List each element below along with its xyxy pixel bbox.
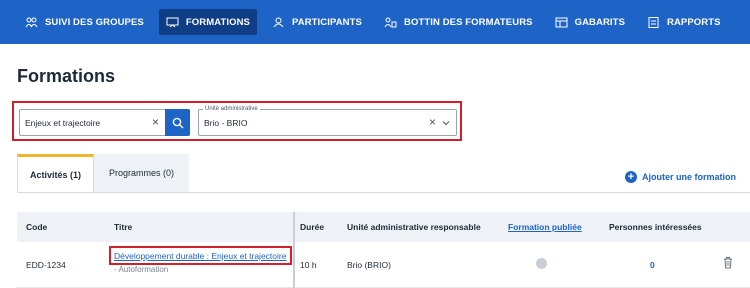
nav-item-suivi-des-groupes[interactable]: SUIVI DES GROUPES [18, 9, 151, 35]
nav-label: PARTICIPANTS [292, 16, 362, 28]
search-input-value: Enjeux et trajectoire [25, 118, 101, 128]
chevron-down-icon[interactable] [442, 119, 450, 127]
search-button[interactable] [165, 109, 190, 136]
clear-search-icon[interactable]: × [152, 115, 159, 129]
template-icon [555, 17, 568, 28]
tabs-divider [17, 192, 750, 193]
column-divider [293, 212, 295, 288]
nav-item-participants[interactable]: PARTICIPANTS [265, 9, 369, 35]
add-formation-button[interactable]: + Ajouter une formation [625, 171, 736, 183]
unit-select-value: Brio - BRIO [204, 118, 248, 128]
groups-icon [25, 17, 38, 28]
column-header-titre[interactable]: Titre [114, 222, 132, 232]
participants-icon [272, 17, 285, 28]
trainer-directory-icon [384, 17, 397, 28]
interested-count[interactable]: 0 [650, 260, 655, 270]
top-navigation: SUIVI DES GROUPES FORMATIONS PARTICIPANT… [0, 0, 750, 44]
filter-bar: Enjeux et trajectoire × Unité administra… [12, 101, 462, 141]
plus-icon: + [625, 171, 637, 183]
row-duree: 10 h [300, 260, 317, 270]
presentation-icon [166, 17, 179, 28]
column-header-code[interactable]: Code [26, 222, 47, 232]
row-subtitle: - Autoformation [114, 265, 169, 274]
unit-select-label: Unité administrative [203, 105, 260, 113]
title-highlight: Développement durable : Enjeux et trajec… [109, 246, 292, 265]
column-header-unite[interactable]: Unité administrative responsable [347, 222, 481, 232]
table-header: Code Titre Durée Unité administrative re… [17, 212, 750, 242]
nav-label: RAPPORTS [667, 16, 721, 28]
report-icon [647, 16, 660, 28]
nav-item-bottin-des-formateurs[interactable]: BOTTIN DES FORMATEURS [377, 9, 540, 35]
nav-item-gabarits[interactable]: GABARITS [548, 9, 632, 35]
nav-label: GABARITS [574, 16, 626, 28]
nav-label: FORMATIONS [185, 16, 250, 28]
formation-title-link[interactable]: Développement durable : Enjeux et trajec… [114, 251, 286, 261]
column-header-duree[interactable]: Durée [300, 222, 324, 232]
tab-programmes[interactable]: Programmes (0) [94, 154, 189, 192]
nav-item-formations[interactable]: FORMATIONS [158, 9, 257, 35]
published-status-indicator [536, 258, 547, 269]
row-unite: Brio (BRIO) [347, 260, 391, 270]
tab-activites[interactable]: Activités (1) [17, 154, 94, 193]
add-formation-label: Ajouter une formation [642, 172, 736, 182]
page-title: Formations [17, 66, 116, 86]
trash-icon[interactable] [723, 256, 733, 269]
row-code: EDD-1234 [26, 260, 66, 270]
nav-label: BOTTIN DES FORMATEURS [404, 16, 533, 28]
search-input[interactable]: Enjeux et trajectoire × [19, 109, 165, 136]
clear-unit-icon[interactable]: × [429, 115, 436, 129]
unit-select[interactable]: Unité administrative Brio - BRIO × [198, 105, 457, 136]
search-icon [172, 117, 183, 128]
nav-label: SUIVI DES GROUPES [45, 16, 144, 28]
column-header-publiee[interactable]: Formation publiée [508, 222, 582, 232]
table-row: EDD-1234 Développement durable : Enjeux … [17, 242, 750, 288]
column-header-interessees[interactable]: Personnes intéressées [609, 222, 702, 232]
nav-item-rapports[interactable]: RAPPORTS [640, 9, 728, 35]
